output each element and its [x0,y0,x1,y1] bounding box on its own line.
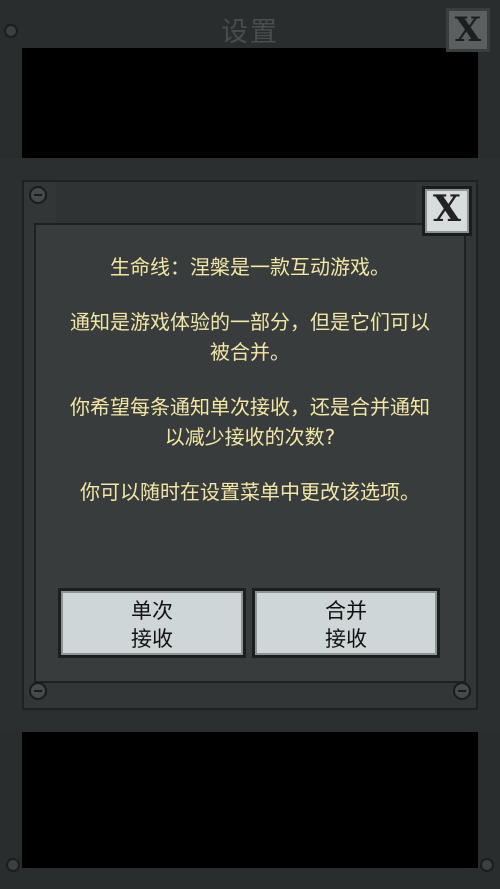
settings-close-button[interactable]: X [446,8,490,52]
message-paragraph: 你可以随时在设置菜单中更改该选项。 [80,480,420,504]
button-label-line2: 接收 [325,627,367,651]
settings-title: 设置 [221,17,279,48]
bolt-icon [480,858,494,872]
dialog-close-button[interactable]: X [422,186,472,236]
message-paragraph: 通知是游戏体验的一部分，但是它们可以被合并。 [70,310,430,364]
message-paragraph: 生命线：涅槃是一款互动游戏。 [110,255,390,279]
bolt-icon [4,24,18,38]
bolt-icon [6,858,20,872]
bolt-icon [453,682,471,700]
bolt-icon [29,682,47,700]
receive-single-button[interactable]: 单次 接收 [58,588,246,658]
message-paragraph: 你希望每条通知单次接收，还是合并通知以减少接收的次数? [70,395,430,449]
receive-merged-button[interactable]: 合并 接收 [252,588,440,658]
button-label-line1: 合并 [325,599,367,623]
dialog-header [56,182,416,222]
bolt-icon [29,186,47,204]
button-label-line1: 单次 [131,599,173,623]
dialog-message: 生命线：涅槃是一款互动游戏。 通知是游戏体验的一部分，但是它们可以被合并。 你希… [50,252,450,532]
button-label-line2: 接收 [131,627,173,651]
